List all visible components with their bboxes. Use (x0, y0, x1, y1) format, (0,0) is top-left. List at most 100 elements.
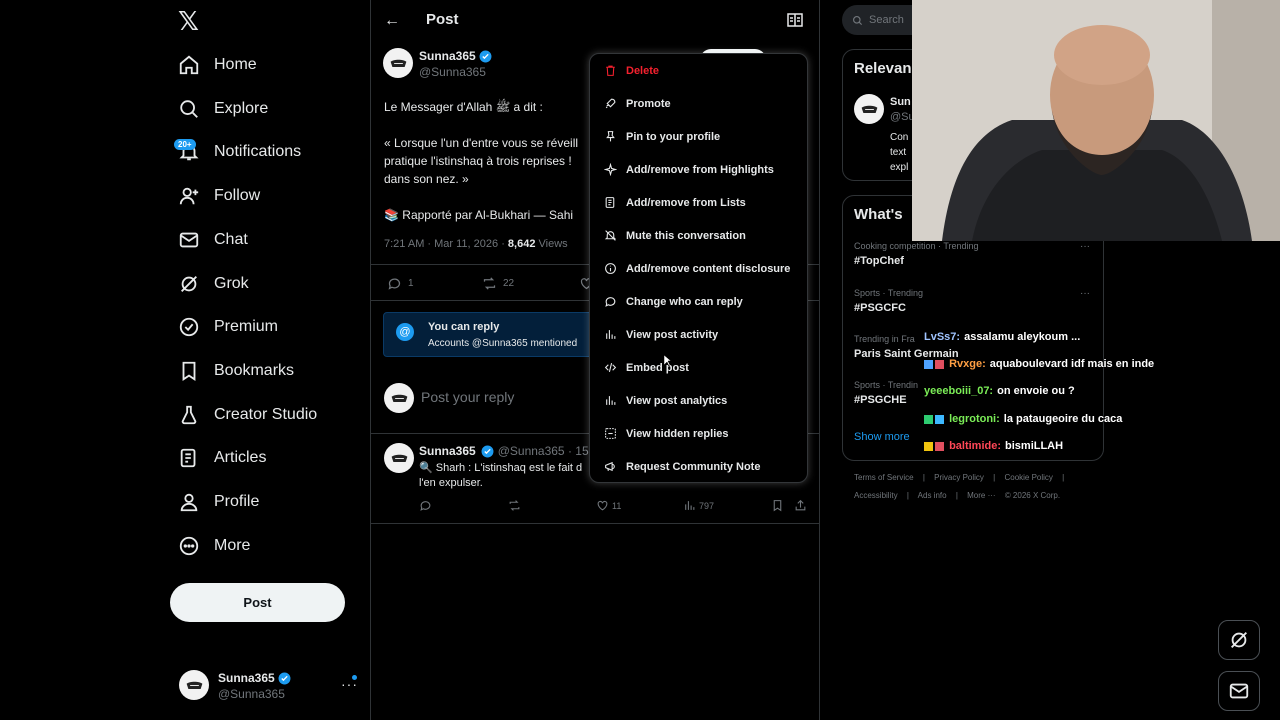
menu-item-label: Mute this conversation (626, 229, 746, 242)
account-switcher[interactable]: Sunna365 @Sunna365 ··· (179, 670, 359, 704)
reply-text-line: l'en expulser. (419, 477, 483, 489)
heart-icon (597, 500, 608, 511)
nav-profile[interactable]: Profile (176, 482, 259, 522)
menu-item-analytics[interactable]: View post analytics (590, 384, 809, 417)
tweet-text-line: « Lorsque l'un d'entre vous se réveill (384, 136, 579, 150)
trend-name[interactable]: #TopChef (854, 255, 904, 267)
repost-count: 22 (503, 278, 515, 289)
grok-icon (176, 271, 202, 297)
chat-badge-icon (924, 359, 933, 369)
crown-badge-icon (924, 441, 933, 451)
author-name[interactable]: Sunna365 (419, 49, 492, 63)
back-arrow-icon[interactable]: ← (384, 12, 400, 30)
trend-more-icon[interactable]: ··· (1080, 288, 1090, 299)
grok-icon (1231, 632, 1247, 648)
reply-views-button[interactable]: 797 (683, 499, 714, 512)
repost-button[interactable]: 22 (482, 276, 514, 291)
footer-separator: | (922, 473, 925, 482)
menu-item-content-disclosure[interactable]: Add/remove content disclosure (590, 252, 809, 285)
reply-like-button[interactable]: 11 (596, 499, 621, 512)
premium-icon (176, 314, 202, 340)
nav-chat[interactable]: Chat (176, 220, 248, 260)
avatar (179, 670, 209, 700)
left-navigation: 𝕏 Home Explore Notifications 20+ Follow … (0, 0, 370, 720)
reply-compose-input[interactable]: Post your reply (421, 389, 514, 405)
reply-bookmark-button[interactable] (771, 499, 787, 512)
views-icon (685, 501, 695, 510)
menu-item-highlights[interactable]: Add/remove from Highlights (590, 153, 809, 186)
footer-link-cookie[interactable]: Cookie Policy (1004, 473, 1052, 482)
menu-item-lists[interactable]: Add/remove from Lists (590, 186, 809, 219)
menu-item-mute[interactable]: Mute this conversation (590, 219, 809, 252)
menu-item-promote[interactable]: Promote (590, 87, 809, 120)
trend-meta: Sports · Trending (854, 288, 924, 298)
more-circle-icon (176, 533, 202, 559)
menu-item-label: Embed post (626, 361, 689, 374)
reply-reply-button[interactable] (419, 499, 435, 512)
nav-more[interactable]: More (176, 526, 250, 566)
nav-premium-label: Premium (214, 318, 279, 335)
nav-premium[interactable]: Premium (176, 307, 278, 347)
nav-home-label: Home (214, 56, 257, 73)
grok-floating-button[interactable] (1218, 620, 1260, 660)
menu-item-pin[interactable]: Pin to your profile (590, 120, 809, 153)
nav-creator-studio[interactable]: Creator Studio (176, 395, 317, 435)
menu-item-delete[interactable]: Delete (590, 54, 809, 87)
reply-author[interactable]: Sunna365 @Sunna365 · 15h (419, 444, 595, 458)
nav-home[interactable]: Home (176, 45, 257, 85)
author-name-text: Sunna365 (419, 49, 476, 63)
author-avatar[interactable] (383, 48, 413, 78)
chat-text: assalamu aleykoum ... (964, 331, 1081, 343)
nav-articles[interactable]: Articles (176, 438, 266, 478)
relevant-user-avatar[interactable] (854, 94, 884, 124)
relevant-user-name[interactable]: Sun (890, 96, 911, 108)
nav-follow[interactable]: Follow (176, 176, 260, 216)
trend-name[interactable]: #PSGCFC (854, 302, 906, 314)
menu-item-community-note[interactable]: Request Community Note (590, 450, 809, 483)
author-handle[interactable]: @Sunna365 (419, 65, 486, 79)
nav-grok[interactable]: Grok (176, 264, 249, 304)
nav-profile-label: Profile (214, 493, 260, 510)
nav-notifications[interactable]: Notifications (176, 132, 301, 172)
account-handle: @Sunna365 (218, 687, 285, 701)
menu-item-post-activity[interactable]: View post activity (590, 318, 809, 351)
reply-share-button[interactable] (794, 499, 810, 512)
chat-text: on envoie ou ? (997, 385, 1075, 397)
verified-badge-icon (479, 50, 492, 62)
reply-button[interactable]: 1 (387, 276, 414, 291)
nav-grok-label: Grok (214, 275, 249, 292)
reader-mode-icon[interactable] (787, 13, 803, 27)
footer-link-terms[interactable]: Terms of Service (854, 473, 914, 482)
chat-text: la pataugeoire du caca (1003, 413, 1123, 425)
tweet-text-line: dans son nez. » (384, 172, 469, 186)
reply-like-count: 11 (612, 500, 622, 511)
messages-floating-button[interactable] (1218, 671, 1260, 711)
home-icon (176, 52, 202, 78)
menu-item-change-reply[interactable]: Change who can reply (590, 285, 809, 318)
footer-separator: | (993, 473, 996, 482)
footer-link-accessibility[interactable]: Accessibility (854, 491, 898, 500)
chat-username: yeeeboiii_07: (924, 385, 994, 397)
search-placeholder: Search (869, 14, 904, 26)
reply-repost-button[interactable] (508, 499, 524, 512)
nav-explore[interactable]: Explore (176, 89, 268, 129)
reply-restriction-banner: @ You can reply Accounts @Sunna365 menti… (383, 312, 598, 357)
x-logo-icon[interactable]: 𝕏 (178, 8, 202, 34)
menu-item-hidden-replies[interactable]: View hidden replies (590, 417, 809, 450)
footer-link-privacy[interactable]: Privacy Policy (934, 473, 984, 482)
menu-item-embed[interactable]: Embed post (590, 351, 809, 384)
menu-item-label: Change who can reply (626, 295, 743, 308)
reply-author-avatar[interactable] (384, 443, 414, 473)
nav-bookmarks[interactable]: Bookmarks (176, 351, 294, 391)
tweet-text-line: pratique l'istinshaq à trois reprises ! (384, 154, 572, 168)
footer-link-ads-info[interactable]: Ads info (918, 491, 947, 500)
menu-item-label: Add/remove from Lists (626, 196, 746, 209)
trend-name[interactable]: #PSGCHE (854, 394, 907, 406)
trend-more-icon[interactable]: ··· (1080, 241, 1090, 252)
trash-icon (603, 64, 617, 78)
nav-chat-label: Chat (214, 231, 248, 248)
footer-link-more[interactable]: More ··· (967, 491, 995, 500)
post-button[interactable]: Post (170, 583, 345, 622)
show-more-link[interactable]: Show more (854, 431, 910, 443)
menu-item-label: Add/remove from Highlights (626, 163, 774, 176)
